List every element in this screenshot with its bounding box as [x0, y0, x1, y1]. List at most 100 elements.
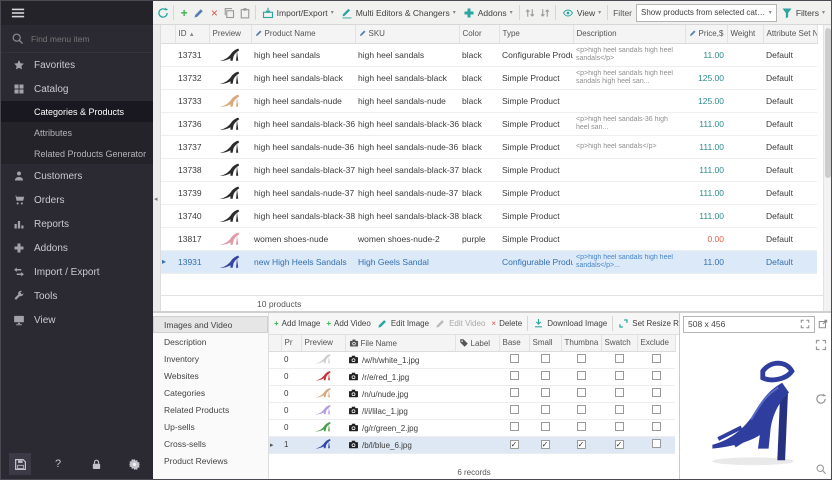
addons-menu[interactable]: Addons ▾: [460, 5, 516, 21]
checkbox-cell[interactable]: ✓: [601, 436, 637, 453]
view-menu[interactable]: View ▾: [559, 5, 604, 21]
column-header-weight[interactable]: Weight: [727, 25, 763, 43]
checkbox-cell[interactable]: [499, 419, 529, 436]
multi-editors-menu[interactable]: Multi Editors & Changers ▾: [338, 5, 459, 21]
sidebar-item-addons[interactable]: Addons: [1, 236, 153, 260]
checkbox-cell[interactable]: [561, 419, 601, 436]
resize-dimensions-box[interactable]: 508 x 456: [683, 316, 815, 333]
sidebar-search[interactable]: [1, 25, 153, 53]
column-header-preview[interactable]: Preview: [209, 25, 251, 43]
sort-alt-button[interactable]: [538, 5, 552, 21]
refresh-button[interactable]: [156, 5, 170, 21]
checkbox-cell[interactable]: [601, 402, 637, 419]
checkbox-cell[interactable]: [637, 351, 675, 368]
zoom-icon[interactable]: [815, 463, 827, 475]
column-header-preview[interactable]: Preview: [301, 335, 345, 351]
checkbox-cell[interactable]: [561, 402, 601, 419]
tab-description[interactable]: Description: [153, 333, 268, 350]
delete-image-button[interactable]: × Delete: [488, 317, 525, 330]
checkbox-cell[interactable]: [499, 385, 529, 402]
checkbox-cell[interactable]: ✓: [529, 436, 561, 453]
checkbox-cell[interactable]: [529, 419, 561, 436]
checkbox-cell[interactable]: [637, 402, 675, 419]
edit-product-button[interactable]: [192, 5, 206, 21]
sidebar-item-favorites[interactable]: Favorites: [1, 53, 153, 77]
image-row[interactable]: 0/n/u/nude.jpg: [269, 385, 675, 402]
sidebar-item-orders[interactable]: Orders: [1, 188, 153, 212]
checkbox-cell[interactable]: [637, 368, 675, 385]
sidebar-item-customers[interactable]: Customers: [1, 164, 153, 188]
lock-button[interactable]: [85, 453, 107, 475]
column-header-type[interactable]: Type: [499, 25, 573, 43]
sidebar-item-related-products-generator[interactable]: Related Products Generator: [1, 143, 153, 164]
tab-up-sells[interactable]: Up-sells: [153, 418, 268, 435]
column-header-product-name[interactable]: Product Name: [251, 25, 355, 43]
column-header-base[interactable]: Base: [499, 335, 529, 351]
tab-categories[interactable]: Categories: [153, 384, 268, 401]
tab-inventory[interactable]: Inventory: [153, 350, 268, 367]
checkbox-cell[interactable]: [529, 368, 561, 385]
image-row[interactable]: 0/l/i/lilac_1.jpg: [269, 402, 675, 419]
column-header-thumbna[interactable]: Thumbna: [561, 335, 601, 351]
sidebar-item-import-export[interactable]: Import / Export: [1, 260, 153, 284]
column-header-attribute-set-name[interactable]: Attribute Set Name: [763, 25, 817, 43]
column-header-label[interactable]: Label: [455, 335, 499, 351]
checkbox-cell[interactable]: [637, 436, 675, 453]
filter-select[interactable]: Show products from selected categories ▾: [636, 4, 777, 22]
sidebar-item-categories-products[interactable]: Categories & Products: [1, 101, 153, 122]
column-header-file-name[interactable]: File Name: [345, 335, 455, 351]
column-header-id[interactable]: ID ▲: [175, 25, 209, 43]
product-row-13931[interactable]: ▸13931new High Heels SandalsHigh Geels S…: [161, 250, 817, 273]
tab-cross-sells[interactable]: Cross-sells: [153, 435, 268, 452]
expand-icon[interactable]: [800, 319, 810, 329]
products-scrollbar[interactable]: [823, 25, 831, 311]
checkbox-cell[interactable]: [499, 368, 529, 385]
product-row-13739[interactable]: 13739high heel sandals-nude-37high heel …: [161, 181, 817, 204]
download-image-button[interactable]: Download Image: [530, 316, 610, 331]
checkbox-cell[interactable]: [601, 385, 637, 402]
add-video-button[interactable]: + Add Video: [323, 317, 373, 330]
checkbox-cell[interactable]: [499, 402, 529, 419]
edit-image-button[interactable]: Edit Image: [374, 316, 432, 331]
column-header-gutter[interactable]: [161, 25, 175, 43]
tab-images-and-video[interactable]: Images and Video: [153, 316, 268, 333]
rotate-icon[interactable]: [815, 393, 827, 405]
product-row-13737[interactable]: 13737high heel sandals-nude-36high heel …: [161, 135, 817, 158]
sidebar-item-view[interactable]: View: [1, 308, 153, 332]
checkbox-cell[interactable]: [637, 419, 675, 436]
copy-button[interactable]: [222, 5, 236, 21]
checkbox-cell[interactable]: [529, 351, 561, 368]
import-export-menu[interactable]: Import/Export ▾: [259, 5, 337, 21]
product-row-13733[interactable]: 13733high heel sandals-nudehigh heel san…: [161, 89, 817, 112]
tab-product-reviews[interactable]: Product Reviews: [153, 452, 268, 469]
set-resize-rule-button[interactable]: Set Resize Rule ▾: [615, 316, 679, 331]
checkbox-cell[interactable]: [561, 368, 601, 385]
checkbox-cell[interactable]: [601, 351, 637, 368]
sidebar-splitter[interactable]: ◂: [153, 25, 161, 311]
search-input[interactable]: [31, 34, 143, 44]
filters-button[interactable]: Filters ▾: [778, 5, 828, 21]
sidebar-item-attributes[interactable]: Attributes: [1, 122, 153, 143]
sort-button[interactable]: [523, 5, 537, 21]
checkbox-cell[interactable]: [637, 385, 675, 402]
checkbox-cell[interactable]: [529, 385, 561, 402]
checkbox-cell[interactable]: ✓: [561, 436, 601, 453]
column-header-exclude[interactable]: Exclude: [637, 335, 675, 351]
product-row-13740[interactable]: 13740high heel sandals-black-38high heel…: [161, 204, 817, 227]
image-row[interactable]: 0/w/h/white_1.jpg: [269, 351, 675, 368]
checkbox-cell[interactable]: [601, 419, 637, 436]
checkbox-cell[interactable]: [601, 368, 637, 385]
column-header-pr[interactable]: Pr: [281, 335, 301, 351]
paste-button[interactable]: [238, 5, 252, 21]
sidebar-item-catalog[interactable]: Catalog: [1, 77, 153, 101]
column-header-small[interactable]: Small: [529, 335, 561, 351]
column-header-gutter[interactable]: [269, 335, 281, 351]
image-row[interactable]: 0/r/e/red_1.jpg: [269, 368, 675, 385]
product-row-13732[interactable]: 13732high heel sandals-blackhigh heel sa…: [161, 66, 817, 89]
column-header-swatch[interactable]: Swatch: [601, 335, 637, 351]
image-row[interactable]: 0/g/r/green_2.jpg: [269, 419, 675, 436]
help-button[interactable]: ?: [47, 453, 69, 475]
checkbox-cell[interactable]: [499, 351, 529, 368]
tab-websites[interactable]: Websites: [153, 367, 268, 384]
product-row-13736[interactable]: 13736high heel sandals-black-36high heel…: [161, 112, 817, 135]
